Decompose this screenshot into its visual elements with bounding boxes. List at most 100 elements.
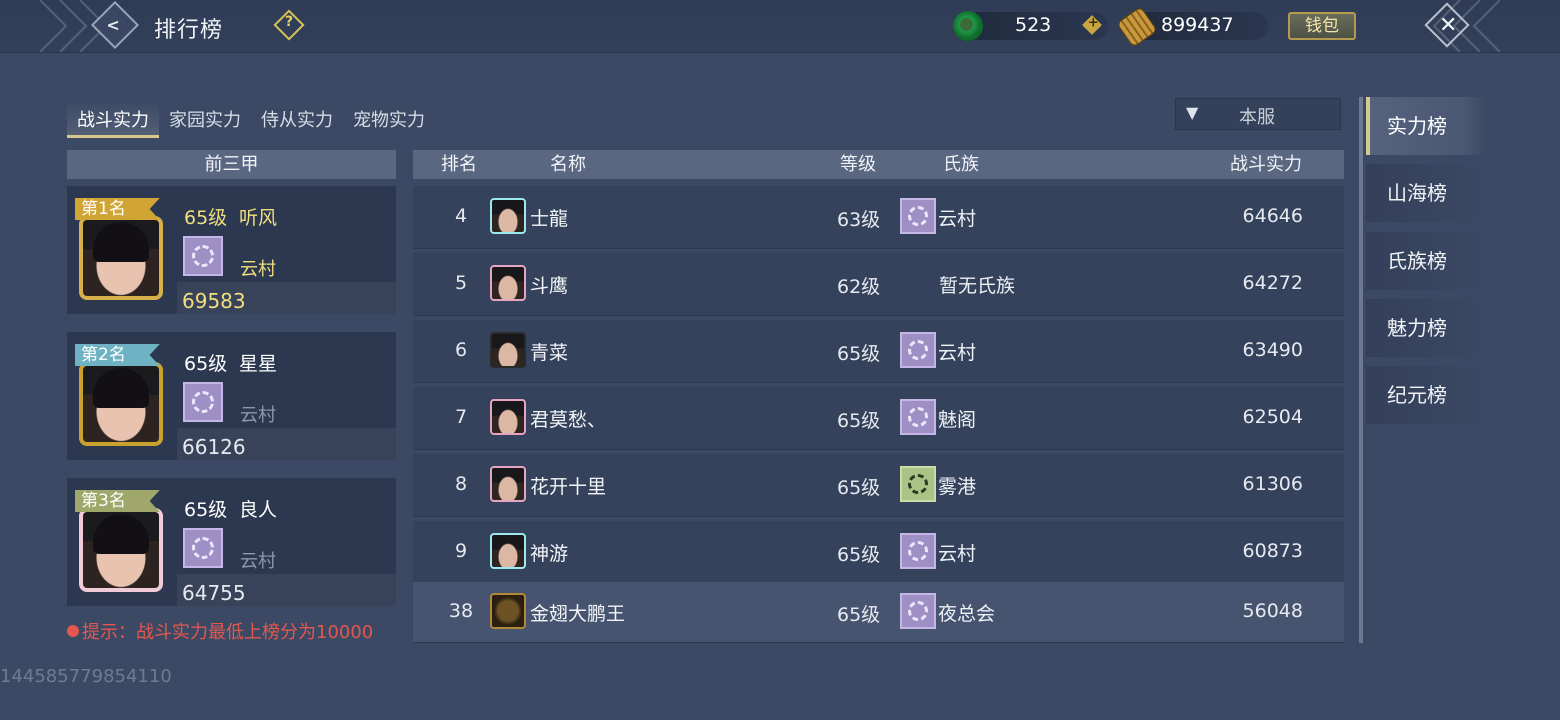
top-three-card-2[interactable]: 第2名 65级 星星 云村 66126: [67, 332, 396, 460]
combat-power: 64755: [182, 581, 246, 605]
row-name: 神游: [530, 543, 569, 565]
row-level: 65级: [837, 544, 881, 566]
side-nav-shanhai-ranking[interactable]: 山海榜: [1366, 164, 1486, 222]
table-row[interactable]: 8 花开十里 65级 雾港 61306: [413, 454, 1344, 517]
clan-emblem-icon: [900, 399, 936, 435]
column-rank: 排名: [441, 154, 477, 175]
rank-ribbon: 第2名: [75, 344, 160, 366]
row-clan: 雾港: [938, 476, 977, 498]
row-name: 斗鹰: [530, 275, 569, 297]
my-rank-row[interactable]: 38 金翅大鹏王 65级 夜总会 56048: [413, 582, 1344, 643]
portrait-avatar: [79, 216, 163, 300]
row-name: 君莫愁、: [530, 409, 607, 431]
jade-amount: 523: [1015, 14, 1052, 36]
row-clan: 夜总会: [938, 603, 996, 625]
row-power: 61306: [1242, 473, 1303, 495]
portrait-avatar: [79, 508, 163, 592]
tab-home-power[interactable]: 家园实力: [159, 100, 251, 138]
row-name: 花开十里: [530, 476, 607, 498]
minimum-score-hint: 提示：战斗实力最低上榜分为10000: [67, 618, 373, 644]
table-row[interactable]: 6 青菜 65级 云村 63490: [413, 320, 1344, 383]
player-avatar: [490, 265, 526, 301]
wallet-button[interactable]: 钱包: [1288, 12, 1356, 40]
row-clan: 云村: [938, 543, 977, 565]
player-avatar: [490, 466, 526, 502]
row-power: 60873: [1242, 540, 1303, 562]
clan-emblem-icon: [900, 198, 936, 234]
player-name: 良人: [239, 499, 278, 521]
clan-emblem-icon: [900, 332, 936, 368]
player-avatar: [490, 332, 526, 368]
combat-power: 66126: [182, 435, 246, 459]
column-level: 等级: [840, 154, 876, 175]
rank-ribbon: 第1名: [75, 198, 160, 220]
tab-pet-power[interactable]: 宠物实力: [343, 100, 435, 138]
tab-combat-power[interactable]: 战斗实力: [67, 100, 159, 138]
column-name: 名称: [550, 154, 586, 175]
portrait-avatar: [79, 362, 163, 446]
player-avatar: [490, 533, 526, 569]
row-power: 62504: [1242, 406, 1303, 428]
side-nav-power-ranking[interactable]: 实力榜: [1366, 97, 1486, 155]
table-row[interactable]: 5 斗鹰 62级 暂无氏族 64272: [413, 253, 1344, 316]
hint-text: 提示：战斗实力最低上榜分为10000: [82, 622, 374, 643]
row-power: 63490: [1242, 339, 1303, 361]
row-name: 金翅大鹏王: [530, 603, 626, 625]
row-level: 63级: [837, 209, 881, 231]
coin-amount: 899437: [1161, 14, 1234, 36]
top-three-card-1[interactable]: 第1名 65级 听风 云村 69583: [67, 186, 396, 314]
table-row[interactable]: 7 君莫愁、 65级 魅阁 62504: [413, 387, 1344, 450]
side-nav-charm-ranking[interactable]: 魅力榜: [1366, 299, 1486, 357]
chevron-left-icon: <: [106, 15, 120, 35]
clan-name: 云村: [240, 405, 276, 426]
tab-servant-power[interactable]: 侍从实力: [251, 100, 343, 138]
row-clan: 云村: [938, 342, 977, 364]
server-filter-value: 本服: [1239, 107, 1275, 128]
player-level: 65级: [184, 353, 228, 375]
list-header: 排名 名称 等级 氏族 战斗实力: [413, 150, 1344, 179]
column-power: 战斗实力: [1230, 154, 1302, 175]
row-power: 64272: [1242, 272, 1303, 294]
side-nav-era-ranking[interactable]: 纪元榜: [1366, 366, 1486, 424]
row-clan: 魅阁: [938, 409, 977, 431]
table-row[interactable]: 9 神游 65级 云村 60873: [413, 521, 1344, 584]
top-three-header: 前三甲: [67, 150, 396, 179]
rank-ribbon: 第3名: [75, 490, 160, 512]
player-level: 65级: [184, 499, 228, 521]
clan-emblem-icon: [183, 236, 223, 276]
row-level: 65级: [837, 410, 881, 432]
row-level: 62级: [837, 276, 881, 298]
side-nav-divider: [1359, 97, 1363, 643]
clan-name: 云村: [240, 551, 276, 572]
clan-emblem-icon: [183, 528, 223, 568]
category-tabs: 战斗实力 家园实力 侍从实力 宠物实力: [67, 100, 435, 144]
row-name: 士龍: [530, 208, 569, 230]
clan-emblem-icon: [900, 593, 936, 629]
row-clan: 暂无氏族: [939, 275, 1016, 297]
player-avatar: [490, 198, 526, 234]
player-avatar: [490, 399, 526, 435]
side-nav-clan-ranking[interactable]: 氏族榜: [1366, 232, 1486, 290]
row-level: 65级: [837, 604, 881, 626]
server-filter-dropdown[interactable]: ▼ 本服: [1175, 98, 1341, 130]
row-power: 64646: [1242, 205, 1303, 227]
clan-emblem-icon: [900, 533, 936, 569]
page-title: 排行榜: [154, 18, 224, 43]
player-name: 星星: [239, 353, 278, 375]
user-id-watermark: 144585779854110: [0, 666, 172, 687]
plus-icon: +: [1087, 15, 1099, 31]
column-clan: 氏族: [943, 154, 979, 175]
player-name: 听风: [239, 207, 278, 229]
player-avatar: [490, 593, 526, 629]
row-clan: 云村: [938, 208, 977, 230]
clan-emblem-icon: [900, 466, 936, 502]
jade-icon: [953, 11, 983, 41]
top-three-card-3[interactable]: 第3名 65级 良人 云村 64755: [67, 478, 396, 606]
player-level: 65级: [184, 207, 228, 229]
warning-icon: [67, 625, 79, 637]
chevron-down-icon: ▼: [1186, 103, 1199, 122]
table-row[interactable]: 4 士龍 63级 云村 64646: [413, 186, 1344, 249]
row-level: 65级: [837, 477, 881, 499]
row-power: 56048: [1242, 600, 1303, 622]
question-icon: ?: [284, 14, 294, 31]
